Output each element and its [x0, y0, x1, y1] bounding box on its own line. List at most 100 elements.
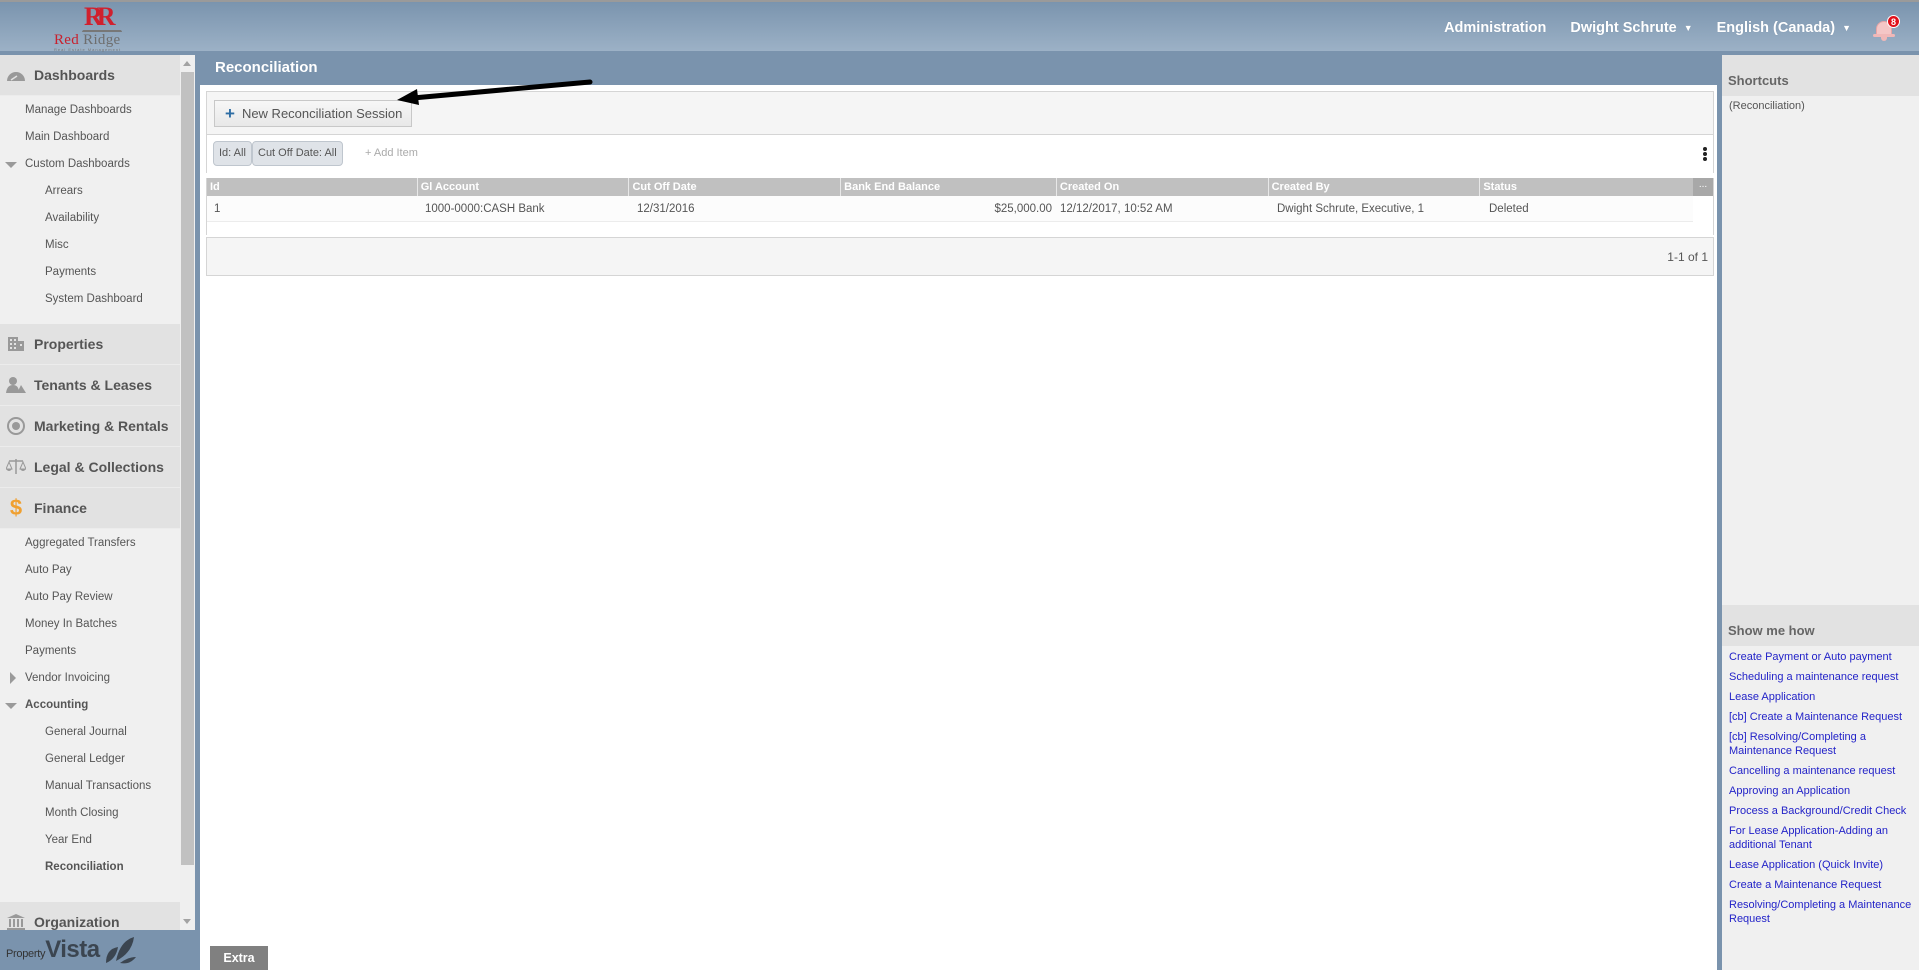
main-content: + New Reconciliation Session Id: All Cut…: [200, 85, 1717, 970]
sidebar-item-main-dashboard[interactable]: Main Dashboard: [0, 123, 180, 150]
help-link[interactable]: Resolving/Completing a Maintenance Reque…: [1729, 898, 1912, 926]
property-vista-logo: Property Vista: [0, 930, 195, 970]
sidebar-section-marketing-rentals[interactable]: Marketing & Rentals: [0, 406, 180, 447]
sidebar-item-year-end[interactable]: Year End: [0, 826, 180, 853]
reconciliation-table: Id Gl Account Cut Off Date Bank End Bala…: [206, 178, 1714, 235]
column-header-created-by[interactable]: Created By: [1269, 178, 1481, 196]
scroll-up-icon[interactable]: [183, 61, 191, 66]
cell-bank-end-balance: $25,000.00: [994, 203, 1052, 215]
sidebar-item-auto-pay-review[interactable]: Auto Pay Review: [0, 583, 180, 610]
sidebar-item-general-journal[interactable]: General Journal: [0, 718, 180, 745]
language-menu[interactable]: English (Canada) ▼: [1717, 20, 1851, 36]
administration-link[interactable]: Administration: [1444, 20, 1546, 36]
cell-created-on: 12/12/2017, 10:52 AM: [1060, 203, 1173, 215]
top-nav: Administration Dwight Schrute ▼ English …: [1444, 2, 1919, 53]
more-options-icon[interactable]: [1703, 147, 1707, 161]
sidebar-item-system-dashboard[interactable]: System Dashboard: [0, 285, 180, 312]
cell-gl-account: 1000-0000:CASH Bank: [425, 203, 545, 215]
red-ridge-logo[interactable]: RR Red Ridge Real Estate Management: [52, 2, 152, 52]
people-icon: [6, 376, 26, 394]
help-link[interactable]: Process a Background/Credit Check: [1729, 804, 1912, 818]
add-filter-item-link[interactable]: + Add Item: [365, 147, 418, 159]
help-link[interactable]: For Lease Application-Adding an addition…: [1729, 824, 1912, 852]
show-me-how-section: Show me how Create Payment or Auto payme…: [1722, 605, 1919, 932]
sidebar-item-aggregated-transfers[interactable]: Aggregated Transfers: [0, 529, 180, 556]
help-link[interactable]: Create a Maintenance Request: [1729, 878, 1912, 892]
help-link[interactable]: Lease Application: [1729, 690, 1912, 704]
help-link[interactable]: Create Payment or Auto payment: [1729, 650, 1912, 664]
cell-id: 1: [214, 203, 221, 215]
scales-icon: [6, 458, 26, 476]
target-icon: [6, 417, 26, 435]
sidebar-scrollbar[interactable]: [180, 55, 195, 930]
column-header-bank-end-balance[interactable]: Bank End Balance: [841, 178, 1057, 196]
sidebar-item-payments-dashboard[interactable]: Payments: [0, 258, 180, 285]
cell-cut-off-date: 12/31/2016: [637, 203, 695, 215]
sidebar-section-legal-collections[interactable]: Legal & Collections: [0, 447, 180, 488]
sidebar-item-payments[interactable]: Payments: [0, 637, 180, 664]
expand-down-icon: [5, 703, 17, 709]
expand-right-icon: [10, 672, 16, 684]
sidebar-section-organization[interactable]: Organization: [0, 902, 180, 930]
building-icon: [6, 335, 26, 353]
pagination-range: 1-1 of 1: [1667, 250, 1708, 264]
shortcuts-context: (Reconciliation): [1729, 100, 1805, 112]
table-header: Id Gl Account Cut Off Date Bank End Bala…: [207, 178, 1713, 196]
sidebar-section-dashboards[interactable]: Dashboards: [0, 55, 180, 96]
extra-button[interactable]: Extra: [210, 946, 268, 970]
sidebar-item-manage-dashboards[interactable]: Manage Dashboards: [0, 96, 180, 123]
help-link[interactable]: Scheduling a maintenance request: [1729, 670, 1912, 684]
help-link[interactable]: [cb] Create a Maintenance Request: [1729, 710, 1912, 724]
help-link[interactable]: Lease Application (Quick Invite): [1729, 858, 1912, 872]
help-link[interactable]: Approving an Application: [1729, 784, 1912, 798]
sidebar-item-general-ledger[interactable]: General Ledger: [0, 745, 180, 772]
sidebar-item-vendor-invoicing[interactable]: Vendor Invoicing: [0, 664, 180, 691]
column-header-id[interactable]: Id: [207, 178, 418, 196]
notifications-button[interactable]: 8: [1873, 13, 1900, 43]
expand-down-icon: [5, 162, 17, 168]
filter-chip-cut-off-date[interactable]: Cut Off Date: All: [252, 141, 343, 166]
table-row[interactable]: 1 1000-0000:CASH Bank 12/31/2016 $25,000…: [207, 196, 1693, 222]
sidebar-item-month-closing[interactable]: Month Closing: [0, 799, 180, 826]
sidebar-item-manual-transactions[interactable]: Manual Transactions: [0, 772, 180, 799]
sidebar-item-misc[interactable]: Misc: [0, 231, 180, 258]
sidebar-item-accounting[interactable]: Accounting: [0, 691, 180, 718]
notification-count-badge: 8: [1887, 14, 1900, 28]
sidebar-item-auto-pay[interactable]: Auto Pay: [0, 556, 180, 583]
sidebar-nav: Dashboards Manage Dashboards Main Dashbo…: [0, 55, 180, 930]
sidebar-section-finance[interactable]: $ Finance: [0, 488, 180, 529]
dashboard-icon: [6, 66, 26, 84]
cell-created-by: Dwight Schrute, Executive, 1: [1277, 203, 1425, 215]
filter-bar: Id: All Cut Off Date: All + Add Item: [206, 135, 1714, 173]
column-chooser-button[interactable]: ...: [1693, 178, 1713, 196]
column-header-status[interactable]: Status: [1480, 178, 1691, 196]
help-link[interactable]: [cb] Resolving/Completing a Maintenance …: [1729, 730, 1912, 758]
sidebar-section-properties[interactable]: Properties: [0, 324, 180, 365]
show-me-how-links: Create Payment or Auto payment Schedulin…: [1722, 646, 1919, 926]
sidebar-item-arrears[interactable]: Arrears: [0, 177, 180, 204]
column-header-cut-off-date[interactable]: Cut Off Date: [629, 178, 842, 196]
scrollbar-thumb[interactable]: [181, 72, 194, 865]
cell-status: Deleted: [1489, 203, 1529, 215]
column-header-created-on[interactable]: Created On: [1057, 178, 1269, 196]
help-link[interactable]: Cancelling a maintenance request: [1729, 764, 1912, 778]
sidebar-item-reconciliation[interactable]: Reconciliation: [0, 853, 180, 880]
right-panel: Shortcuts (Reconciliation) Show me how C…: [1722, 55, 1919, 970]
column-header-gl-account[interactable]: Gl Account: [418, 178, 630, 196]
chevron-down-icon: ▼: [1842, 22, 1851, 33]
logo-tagline: Real Estate Management: [54, 47, 122, 52]
user-menu[interactable]: Dwight Schrute ▼: [1570, 20, 1692, 36]
leaf-icon: [102, 935, 138, 965]
show-me-how-title: Show me how: [1722, 605, 1919, 646]
shortcuts-title: Shortcuts: [1722, 55, 1919, 96]
filter-chip-id[interactable]: Id: All: [213, 141, 252, 166]
scroll-down-icon[interactable]: [183, 919, 191, 924]
sidebar-section-tenants-leases[interactable]: Tenants & Leases: [0, 365, 180, 406]
new-reconciliation-session-button[interactable]: + New Reconciliation Session: [214, 100, 413, 127]
sidebar-item-money-in-batches[interactable]: Money In Batches: [0, 610, 180, 637]
sidebar-item-availability[interactable]: Availability: [0, 204, 180, 231]
chevron-down-icon: ▼: [1683, 22, 1693, 33]
pagination: 1-1 of 1: [206, 237, 1714, 276]
sidebar-item-custom-dashboards[interactable]: Custom Dashboards: [0, 150, 180, 177]
page-title: Reconciliation: [200, 51, 1717, 85]
